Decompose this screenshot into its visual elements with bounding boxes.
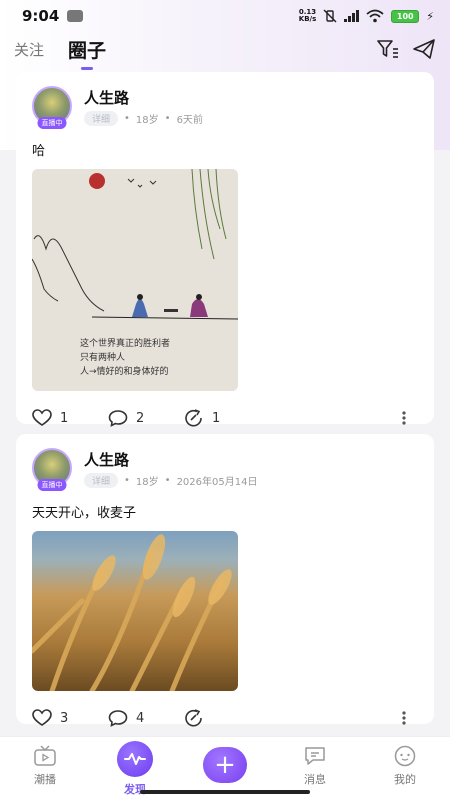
nav-add[interactable]: + [190,745,260,783]
tab-circle[interactable]: 圈子 [68,36,106,63]
user-tag: 详细 [84,110,119,126]
wrench-notification-icon [67,10,84,22]
user-age: 18岁 [135,476,159,488]
painting-caption: 这个世界真正的胜利者 只有两种人 人→情好的和身体好的 [80,339,171,377]
comment-button[interactable]: 2 [108,409,184,427]
share-count: 1 [212,410,221,426]
nav-label: 发现 [124,783,146,796]
user-tag: 详细 [84,472,119,488]
post-text: 天天开心，收麦子 [32,506,137,521]
username[interactable]: 人生路 [84,449,257,470]
filter-icon[interactable] [376,38,400,60]
heart-icon [32,709,52,726]
comment-count: 2 [136,410,145,426]
nav-messages[interactable]: 消息 [280,745,350,787]
like-count: 1 [60,410,69,426]
plus-icon[interactable]: + [203,747,247,783]
status-icons: 0.13 KB/s 100 ⚡ [299,9,434,23]
send-icon[interactable] [412,38,436,60]
post-time: 2026年05月14日 [176,476,258,488]
share-icon [185,409,202,427]
live-badge: 直播中 [37,117,67,129]
nav-tide-broadcast[interactable]: 潮播 [10,745,80,787]
more-options-icon[interactable] [402,711,406,725]
charging-icon: ⚡ [426,9,434,23]
more-options-icon[interactable] [402,411,406,425]
live-badge: 直播中 [37,479,67,491]
nav-label: 消息 [304,773,326,786]
status-time: 9:04 [22,7,60,25]
share-button[interactable] [184,709,260,727]
wheat-photo [32,534,232,691]
post-image[interactable]: 这个世界真正的胜利者 只有两种人 人→情好的和身体好的 [32,169,238,391]
tab-follow[interactable]: 关注 [14,39,44,60]
like-button[interactable]: 3 [32,709,108,727]
wifi-icon [366,9,384,23]
pulse-icon [117,741,153,777]
nav-label: 潮播 [34,773,56,786]
post-card[interactable]: 直播中 人生路 详细 • 18岁 • 6天前 哈 这个世界真正的胜利者 只有两种… [16,72,434,427]
post-time: 6天前 [176,114,203,126]
avatar[interactable]: 直播中 [32,86,72,129]
post-image-wheat[interactable] [32,531,238,691]
post-text: 哈 [32,144,46,159]
heart-icon [32,409,52,426]
network-speed: 0.13 KB/s [298,8,317,23]
comment-icon [108,410,128,427]
top-header: 关注 圈子 [0,32,450,66]
profile-icon [394,745,416,767]
username[interactable]: 人生路 [84,87,203,108]
tv-icon [34,745,56,766]
nav-label: 我的 [394,773,416,786]
comment-icon [108,710,128,727]
status-bar: 9:04 0.13 KB/s 100 ⚡ [0,0,450,32]
like-count: 3 [60,710,69,726]
comment-count: 4 [136,710,145,726]
post-card[interactable]: 直播中 人生路 详细 • 18岁 • 2026年05月14日 天天开心，收麦子 [16,434,434,727]
like-button[interactable]: 1 [32,409,108,427]
vibrate-off-icon [323,9,337,23]
share-button[interactable]: 1 [184,409,260,427]
signal-icon [344,10,360,22]
share-icon [185,709,202,727]
user-age: 18岁 [135,114,159,126]
home-indicator[interactable] [140,790,310,794]
nav-profile[interactable]: 我的 [370,745,440,787]
chat-icon [305,747,325,765]
battery-indicator: 100 [391,9,420,23]
comment-button[interactable]: 4 [108,709,184,727]
avatar[interactable]: 直播中 [32,448,72,491]
